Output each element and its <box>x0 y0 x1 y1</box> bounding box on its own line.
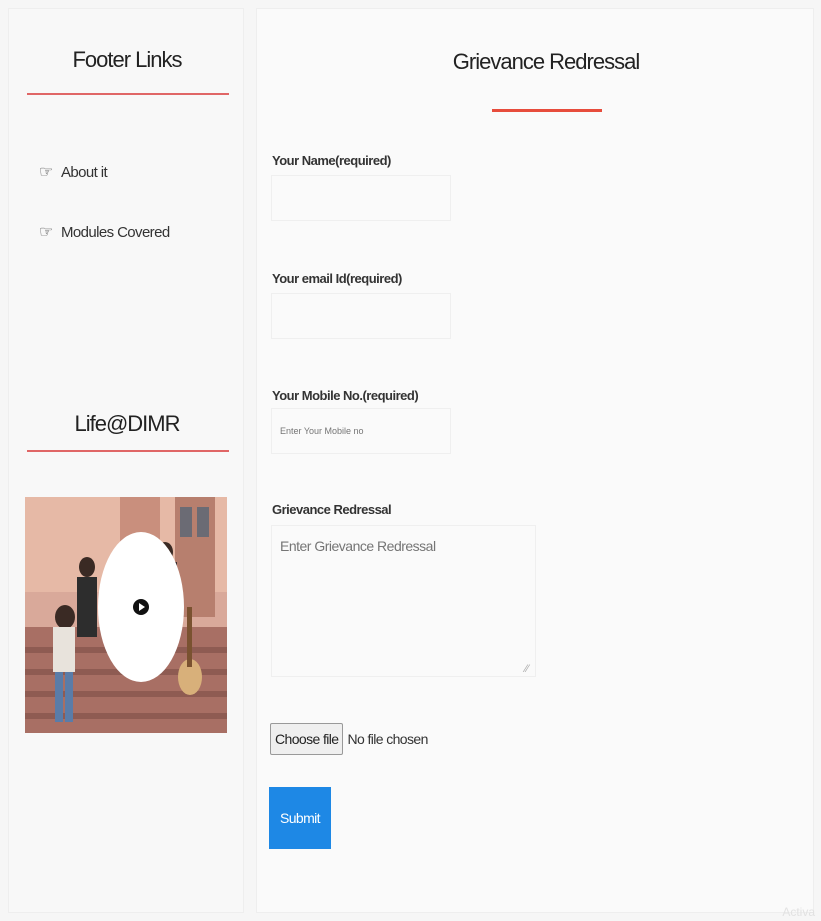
life-at-dimr-heading: Life@DIMR <box>74 411 180 436</box>
mobile-input[interactable] <box>271 408 451 454</box>
footer-link-about-it[interactable]: ☞ About it <box>39 162 108 182</box>
hand-pointer-icon: ☞ <box>39 164 53 181</box>
life-at-dimr-divider <box>27 450 229 452</box>
resize-handle-icon[interactable]: ⁄⁄ <box>525 663 529 675</box>
footer-links-divider <box>27 93 229 95</box>
mobile-label: Your Mobile No.(required) <box>272 388 419 403</box>
grievance-textarea[interactable] <box>271 525 536 677</box>
grievance-form-panel: Grievance Redressal Your Name(required) … <box>256 8 814 913</box>
choose-file-button[interactable]: Choose file <box>270 723 344 755</box>
name-input[interactable] <box>271 175 451 221</box>
name-label: Your Name(required) <box>272 153 391 168</box>
page-title: Grievance Redressal <box>452 49 640 74</box>
file-status: No file chosen <box>347 731 428 747</box>
footer-links-heading: Footer Links <box>72 47 182 72</box>
grievance-label: Grievance Redressal <box>272 502 392 517</box>
sidebar: Footer Links ☞ About it ☞ Modules Covere… <box>8 8 244 913</box>
email-input[interactable] <box>271 293 451 339</box>
hand-pointer-icon: ☞ <box>39 224 53 241</box>
submit-button[interactable]: Submit <box>269 787 331 849</box>
footer-link-label: Modules Covered <box>61 223 170 241</box>
video-thumbnail[interactable] <box>25 497 227 733</box>
activate-watermark: Activa <box>782 905 815 919</box>
footer-link-modules-covered[interactable]: ☞ Modules Covered <box>39 222 170 242</box>
file-upload: Choose file No file chosen <box>270 723 428 755</box>
play-icon <box>133 599 149 615</box>
title-underline <box>492 109 602 112</box>
footer-link-label: About it <box>61 163 108 181</box>
play-button[interactable] <box>98 532 184 682</box>
email-label: Your email Id(required) <box>272 271 402 286</box>
